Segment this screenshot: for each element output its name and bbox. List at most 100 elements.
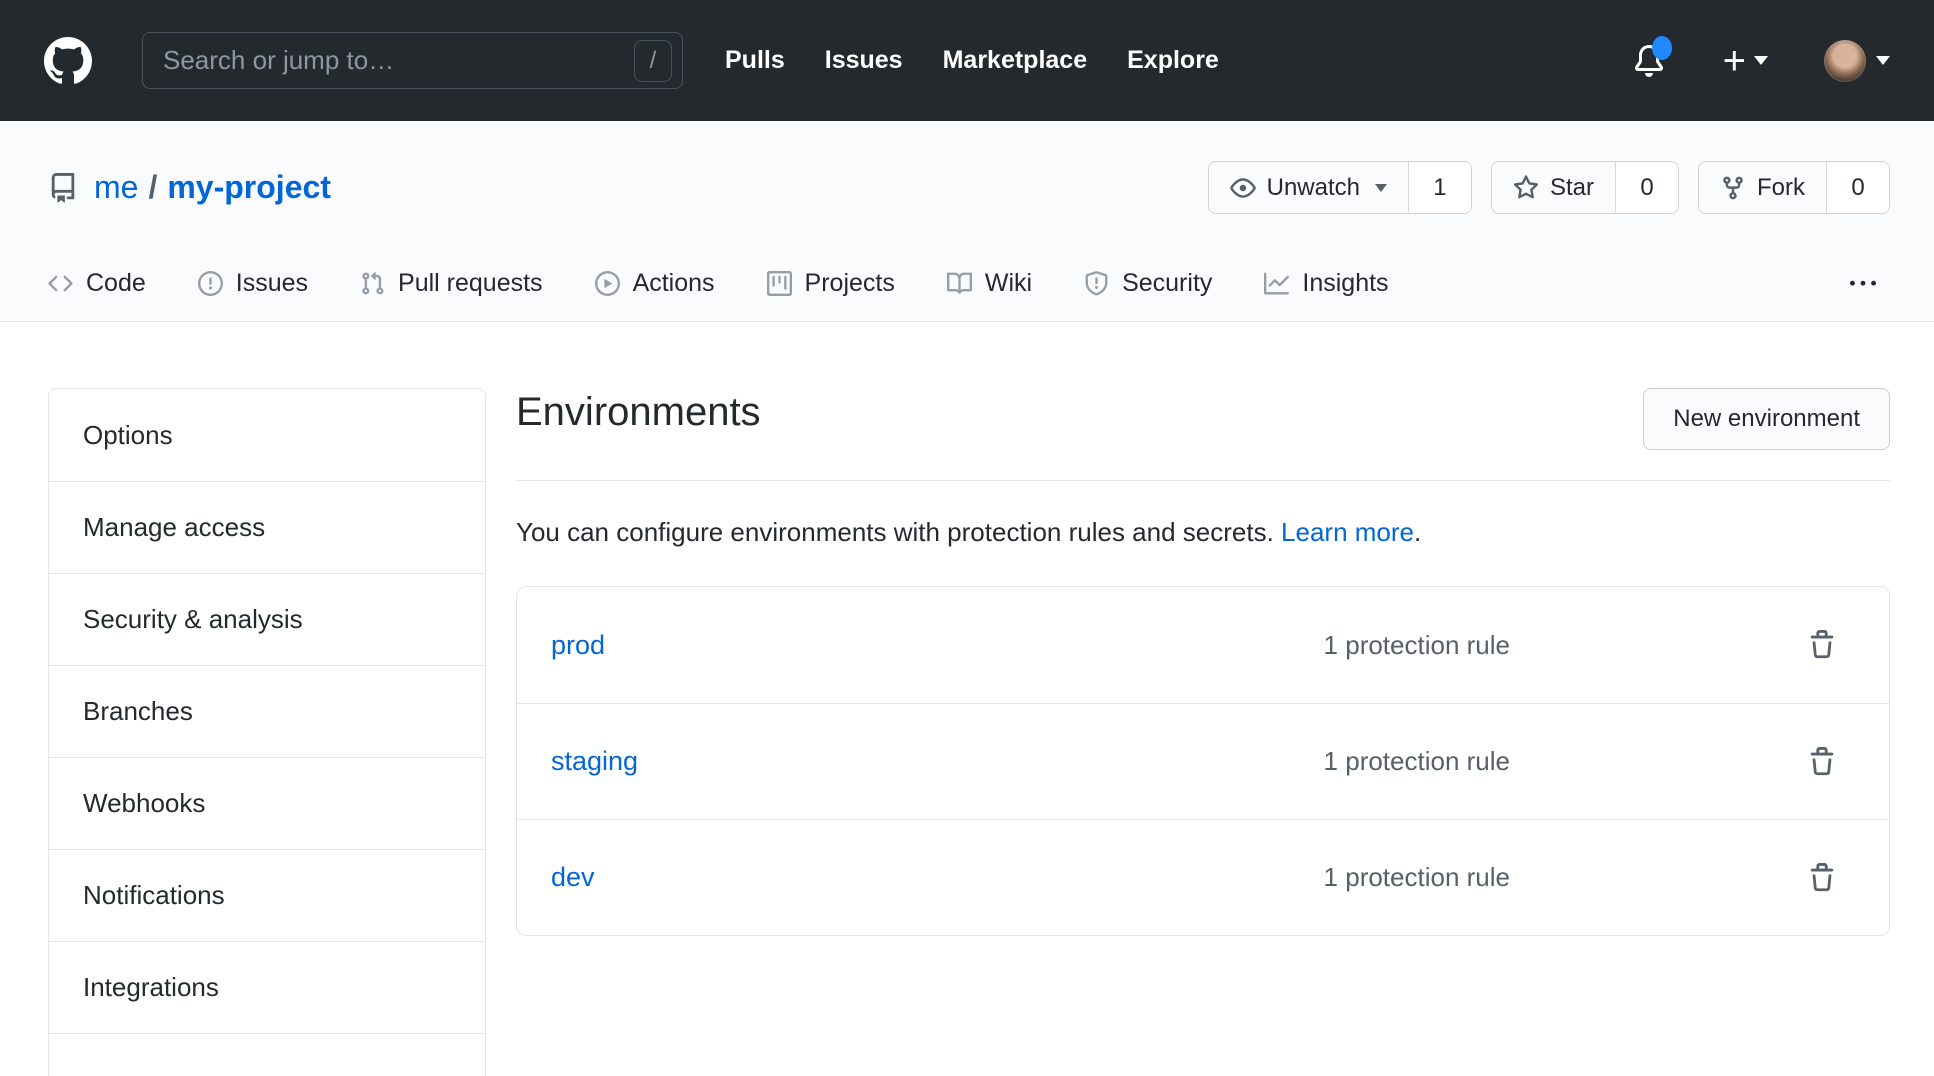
project-board-icon bbox=[767, 271, 792, 296]
tab-wiki[interactable]: Wiki bbox=[921, 246, 1058, 321]
plus-icon: + bbox=[1723, 41, 1746, 81]
stargazers-count[interactable]: 0 bbox=[1616, 162, 1678, 213]
environment-link-prod[interactable]: prod bbox=[551, 630, 1324, 661]
watch-button-group: Unwatch 1 bbox=[1208, 161, 1472, 214]
sidebar-item-partial[interactable] bbox=[49, 1033, 485, 1076]
tab-label: Wiki bbox=[985, 269, 1032, 298]
tab-code[interactable]: Code bbox=[22, 246, 172, 321]
tab-label: Pull requests bbox=[398, 269, 543, 298]
sidebar-item-security-analysis[interactable]: Security & analysis bbox=[49, 573, 485, 665]
delete-environment-button[interactable] bbox=[1807, 863, 1837, 893]
repo-action-buttons: Unwatch 1 Star 0 Fork bbox=[1208, 161, 1890, 214]
tab-label: Security bbox=[1122, 269, 1212, 298]
search-input[interactable] bbox=[163, 45, 634, 76]
page-title: Environments bbox=[516, 388, 761, 436]
environment-row-dev: dev 1 protection rule bbox=[517, 819, 1889, 935]
eye-icon bbox=[1230, 175, 1256, 201]
notification-dot bbox=[1652, 36, 1672, 60]
breadcrumb-separator: / bbox=[148, 169, 157, 206]
environments-description: You can configure environments with prot… bbox=[516, 517, 1890, 548]
pull-request-icon bbox=[360, 271, 385, 296]
tab-overflow-button[interactable] bbox=[1840, 261, 1886, 307]
navbar-right: + bbox=[1633, 40, 1890, 82]
tab-label: Projects bbox=[805, 269, 895, 298]
sidebar-item-branches[interactable]: Branches bbox=[49, 665, 485, 757]
slash-shortcut-key: / bbox=[634, 40, 672, 82]
star-button[interactable]: Star bbox=[1492, 162, 1616, 213]
settings-content: Options Manage access Security & analysi… bbox=[0, 322, 1934, 1076]
global-search: / bbox=[142, 32, 683, 89]
book-icon bbox=[947, 271, 972, 296]
protection-rule-count: 1 protection rule bbox=[1324, 862, 1510, 893]
code-icon bbox=[48, 271, 73, 296]
description-period: . bbox=[1414, 517, 1421, 547]
fork-button-group: Fork 0 bbox=[1698, 161, 1890, 214]
environments-list: prod 1 protection rule staging 1 protect… bbox=[516, 586, 1890, 936]
github-logo-icon[interactable] bbox=[44, 37, 92, 85]
avatar bbox=[1824, 40, 1866, 82]
learn-more-link[interactable]: Learn more bbox=[1281, 517, 1414, 547]
nav-link-issues[interactable]: Issues bbox=[825, 46, 903, 75]
star-label: Star bbox=[1550, 174, 1594, 202]
sidebar-item-options[interactable]: Options bbox=[49, 389, 485, 481]
delete-environment-button[interactable] bbox=[1807, 747, 1837, 777]
repo-name-link[interactable]: my-project bbox=[167, 169, 331, 206]
sidebar-item-integrations[interactable]: Integrations bbox=[49, 941, 485, 1033]
description-text: You can configure environments with prot… bbox=[516, 517, 1274, 547]
issue-icon bbox=[198, 271, 223, 296]
chevron-down-icon bbox=[1375, 184, 1387, 192]
environments-panel: Environments New environment You can con… bbox=[516, 388, 1890, 936]
tab-label: Actions bbox=[633, 269, 715, 298]
unwatch-label: Unwatch bbox=[1267, 174, 1360, 202]
repo-breadcrumb: me / my-project bbox=[94, 169, 331, 206]
tab-label: Issues bbox=[236, 269, 308, 298]
delete-environment-button[interactable] bbox=[1807, 630, 1837, 660]
new-environment-button[interactable]: New environment bbox=[1643, 388, 1890, 450]
settings-sidebar: Options Manage access Security & analysi… bbox=[48, 388, 486, 1076]
nav-link-pulls[interactable]: Pulls bbox=[725, 46, 785, 75]
github-repo-settings-page: / Pulls Issues Marketplace Explore + bbox=[0, 0, 1934, 1076]
nav-link-explore[interactable]: Explore bbox=[1127, 46, 1219, 75]
repo-owner-link[interactable]: me bbox=[94, 169, 138, 206]
tab-projects[interactable]: Projects bbox=[741, 246, 921, 321]
tab-label: Code bbox=[86, 269, 146, 298]
environment-row-staging: staging 1 protection rule bbox=[517, 703, 1889, 819]
trash-icon bbox=[1807, 747, 1837, 777]
tab-pull-requests[interactable]: Pull requests bbox=[334, 246, 569, 321]
header-divider bbox=[516, 480, 1890, 481]
fork-button[interactable]: Fork bbox=[1699, 162, 1827, 213]
forks-count[interactable]: 0 bbox=[1827, 162, 1889, 213]
tab-actions[interactable]: Actions bbox=[569, 246, 741, 321]
user-menu-button[interactable] bbox=[1824, 40, 1890, 82]
watchers-count[interactable]: 1 bbox=[1409, 162, 1471, 213]
protection-rule-count: 1 protection rule bbox=[1324, 746, 1510, 777]
sidebar-item-notifications[interactable]: Notifications bbox=[49, 849, 485, 941]
star-icon bbox=[1513, 175, 1539, 201]
repo-title-row: me / my-project Unwatch 1 Star bbox=[0, 161, 1934, 214]
tab-insights[interactable]: Insights bbox=[1238, 246, 1414, 321]
repo-icon bbox=[48, 173, 78, 203]
notifications-button[interactable] bbox=[1633, 45, 1665, 77]
repo-header: me / my-project Unwatch 1 Star bbox=[0, 121, 1934, 322]
sidebar-item-manage-access[interactable]: Manage access bbox=[49, 481, 485, 573]
graph-icon bbox=[1264, 271, 1289, 296]
environment-row-prod: prod 1 protection rule bbox=[517, 587, 1889, 703]
trash-icon bbox=[1807, 630, 1837, 660]
nav-link-marketplace[interactable]: Marketplace bbox=[943, 46, 1088, 75]
tab-issues[interactable]: Issues bbox=[172, 246, 334, 321]
sidebar-item-webhooks[interactable]: Webhooks bbox=[49, 757, 485, 849]
fork-label: Fork bbox=[1757, 174, 1805, 202]
environment-link-staging[interactable]: staging bbox=[551, 746, 1324, 777]
repo-tab-bar: Code Issues Pull requests Actions Projec… bbox=[0, 246, 1934, 321]
chevron-down-icon bbox=[1876, 56, 1890, 65]
tab-security[interactable]: Security bbox=[1058, 246, 1238, 321]
create-new-button[interactable]: + bbox=[1723, 41, 1768, 81]
star-button-group: Star 0 bbox=[1491, 161, 1679, 214]
environments-header: Environments New environment bbox=[516, 388, 1890, 450]
play-circle-icon bbox=[595, 271, 620, 296]
fork-icon bbox=[1720, 175, 1746, 201]
trash-icon bbox=[1807, 863, 1837, 893]
environment-link-dev[interactable]: dev bbox=[551, 862, 1324, 893]
kebab-horizontal-icon bbox=[1850, 271, 1876, 297]
unwatch-button[interactable]: Unwatch bbox=[1209, 162, 1409, 213]
